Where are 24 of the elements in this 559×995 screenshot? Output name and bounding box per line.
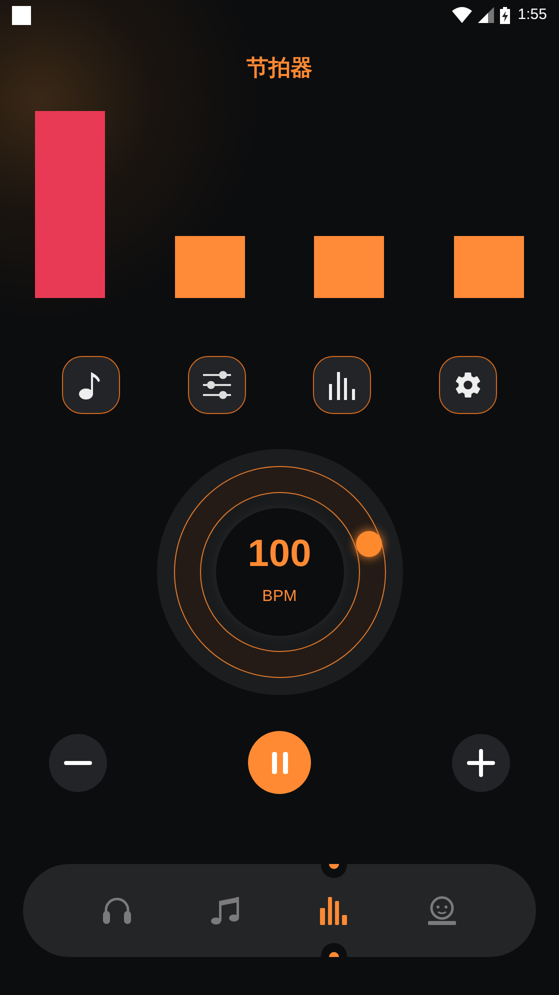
bar-chart-icon — [328, 370, 356, 400]
pause-icon — [270, 752, 288, 774]
notification-icon — [12, 6, 31, 24]
app-title: 节拍器 — [246, 54, 312, 82]
tempo-dial[interactable]: 100 BPM — [156, 449, 402, 695]
tempo-value: 100 — [248, 535, 312, 573]
tempo-unit: BPM — [262, 587, 297, 607]
bar-chart-icon — [318, 896, 349, 926]
tool-button[interactable] — [62, 356, 120, 414]
headphones-icon — [102, 896, 132, 926]
tool-button[interactable] — [188, 356, 246, 414]
selection-marker-top — [320, 864, 347, 878]
wifi-icon — [452, 7, 472, 23]
status-time: 1:55 — [518, 4, 547, 25]
minus-icon — [64, 760, 92, 764]
face-icon — [426, 896, 457, 926]
music-notes-icon — [210, 896, 240, 926]
sliders-icon — [202, 371, 232, 399]
tool-button[interactable] — [438, 356, 497, 414]
tool-button[interactable] — [313, 356, 372, 414]
plus-icon — [467, 748, 495, 776]
battery-icon — [500, 6, 510, 24]
signal-icon — [478, 7, 494, 23]
selection-marker-bottom — [320, 943, 347, 957]
